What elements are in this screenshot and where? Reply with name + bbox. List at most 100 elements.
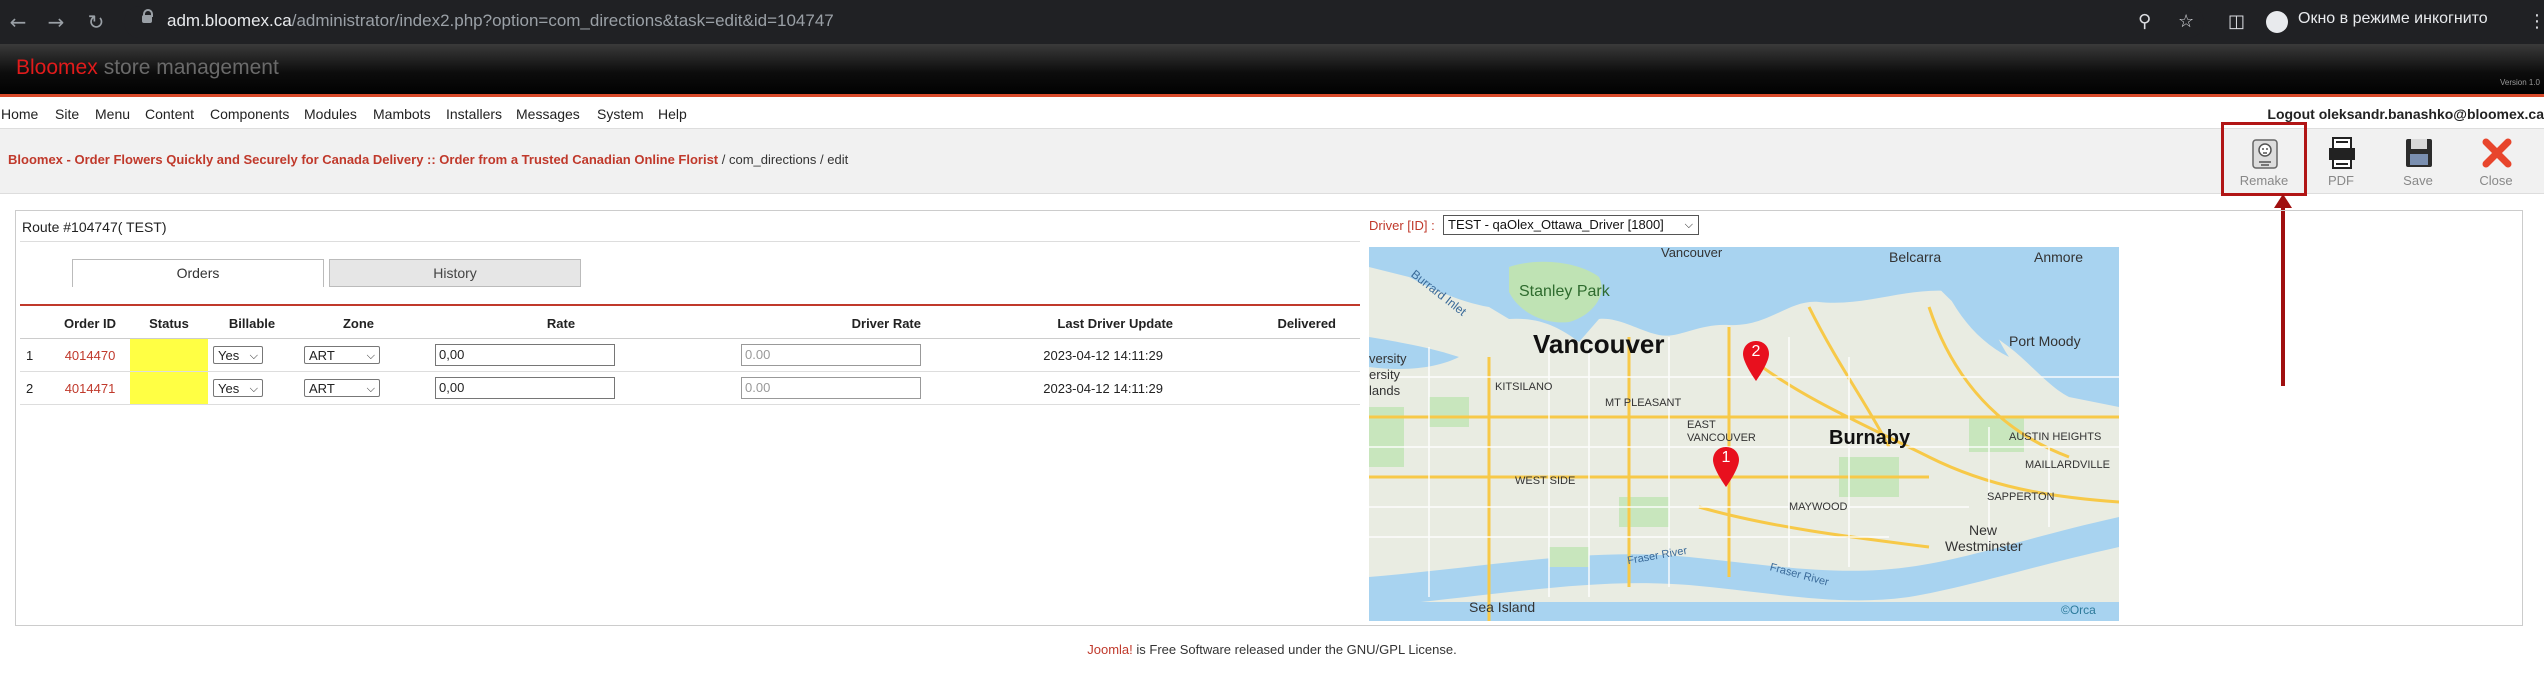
- back-icon[interactable]: ←: [4, 8, 32, 36]
- zone-select[interactable]: ART ⌵: [304, 379, 380, 397]
- logo-subtitle: store management: [103, 56, 279, 79]
- address-bar[interactable]: adm.bloomex.ca/administrator/index2.php?…: [124, 6, 2204, 38]
- version-text: Version 1.0: [2499, 78, 2540, 87]
- save-icon: [2406, 139, 2432, 167]
- url-text[interactable]: adm.bloomex.ca/administrator/index2.php?…: [167, 11, 834, 31]
- chevron-down-icon: ⌵: [1684, 218, 1693, 231]
- footer: Joomla! is Free Software released under …: [0, 642, 2544, 657]
- menu-system[interactable]: System: [597, 106, 644, 122]
- billable-select[interactable]: Yes ⌵: [213, 379, 263, 397]
- map-label-vancouver-top: Vancouver: [1661, 247, 1723, 260]
- zone-value: ART: [309, 348, 335, 363]
- rate-input[interactable]: 0,00: [435, 344, 615, 366]
- map-label-university: versity: [1369, 351, 1407, 366]
- table-row: 1 4014470 Yes ⌵ ART ⌵ 0,00 0.00 2023-04-12…: [20, 338, 1360, 372]
- map-label-burnaby: Burnaby: [1829, 427, 1911, 449]
- url-host: adm.bloomex.ca: [167, 11, 292, 30]
- remake-highlight-box: [2221, 122, 2307, 196]
- map-label-sapperton: SAPPERTON: [1987, 491, 2055, 503]
- order-id-link[interactable]: 4014471: [65, 381, 116, 396]
- status-cell: [130, 338, 208, 372]
- chevron-down-icon: ⌵: [366, 349, 375, 362]
- map-label-anmore: Anmore: [2034, 249, 2084, 265]
- col-status: Status: [130, 308, 208, 339]
- site-header: Bloomex store management Version 1.0: [0, 44, 2544, 96]
- top-menu: Home Site Menu Content Components Module…: [0, 97, 2544, 129]
- route-panel: Route #104747( TEST) Orders History Orde…: [15, 210, 2523, 626]
- col-zone: Zone: [296, 308, 421, 339]
- close-label: Close: [2479, 173, 2513, 188]
- zone-select[interactable]: ART ⌵: [304, 346, 380, 364]
- menu-help[interactable]: Help: [658, 106, 687, 122]
- logout-link[interactable]: Logout oleksandr.banashko@bloomex.ca: [2267, 106, 2544, 122]
- map-marker-label: 1: [1721, 449, 1731, 466]
- menu-mambots[interactable]: Mambots: [373, 106, 431, 122]
- menu-menu[interactable]: Menu: [95, 106, 130, 122]
- order-id-link[interactable]: 4014470: [65, 348, 116, 363]
- menu-messages[interactable]: Messages: [516, 106, 580, 122]
- col-delivered: Delivered: [1173, 308, 1360, 339]
- tab-underline: [20, 304, 1360, 306]
- toolbar-row: Bloomex - Order Flowers Quickly and Secu…: [0, 129, 2544, 194]
- driver-rate-input[interactable]: 0.00: [741, 344, 921, 366]
- map-label-maywood: MAYWOOD: [1789, 501, 1848, 513]
- map-label-east-vancouver: EAST VANCOUVER: [1687, 419, 1756, 444]
- incognito-icon[interactable]: [2266, 11, 2288, 33]
- map-label-attribution: ©Orca: [2061, 603, 2096, 617]
- col-last-driver-update: Last Driver Update: [921, 308, 1173, 339]
- route-title: Route #104747( TEST): [22, 219, 167, 235]
- driver-rate-input[interactable]: 0.00: [741, 377, 921, 399]
- menu-modules[interactable]: Modules: [304, 106, 357, 122]
- bookmark-star-icon[interactable]: ☆: [2178, 10, 2194, 34]
- breadcrumb-site[interactable]: Bloomex - Order Flowers Quickly and Secu…: [8, 152, 718, 167]
- map-label-port-moody: Port Moody: [2009, 333, 2081, 349]
- map-label-stanley-park: Stanley Park: [1519, 283, 1610, 300]
- save-button[interactable]: Save: [2384, 130, 2452, 190]
- menu-content[interactable]: Content: [145, 106, 194, 122]
- menu-site[interactable]: Site: [55, 106, 79, 122]
- map-marker-2[interactable]: 2: [1743, 341, 1769, 381]
- last-update: 2023-04-12 14:11:29: [921, 371, 1173, 405]
- close-button[interactable]: Close: [2462, 130, 2530, 190]
- close-icon: [2482, 138, 2512, 168]
- breadcrumb: Bloomex - Order Flowers Quickly and Secu…: [8, 152, 848, 167]
- billable-select[interactable]: Yes ⌵: [213, 346, 263, 364]
- map-label-university-2: ersity: [1369, 367, 1401, 382]
- incognito-label[interactable]: Окно в режиме инкогнито: [2298, 10, 2488, 28]
- last-update: 2023-04-12 14:11:29: [921, 338, 1173, 372]
- row-number: 1: [20, 338, 50, 372]
- driver-label: Driver [ID] :: [1369, 218, 1435, 233]
- tab-history[interactable]: History: [329, 259, 581, 287]
- driver-select-value: TEST - qaOlex_Ottawa_Driver [1800]: [1448, 217, 1664, 232]
- more-menu-icon[interactable]: ⋮: [2528, 10, 2544, 34]
- map-label-mt-pleasant: MT PLEASANT: [1605, 397, 1682, 409]
- map-label-westminster: Westminster: [1945, 538, 2023, 554]
- menu-installers[interactable]: Installers: [446, 106, 502, 122]
- chevron-down-icon: ⌵: [249, 382, 258, 395]
- row-number: 2: [20, 371, 50, 405]
- map-label-belcarra: Belcarra: [1889, 249, 1942, 265]
- driver-select[interactable]: TEST - qaOlex_Ottawa_Driver [1800] ⌵: [1443, 215, 1699, 235]
- zoom-icon[interactable]: ⚲: [2138, 10, 2151, 34]
- table-row: 2 4014471 Yes ⌵ ART ⌵ 0,00 0.00 2023-04-12…: [20, 371, 1360, 405]
- menu-home[interactable]: Home: [1, 106, 38, 122]
- tab-orders[interactable]: Orders: [72, 259, 324, 287]
- delivered-cell: [1173, 338, 1360, 372]
- billable-value: Yes: [218, 348, 240, 363]
- rate-input[interactable]: 0,00: [435, 377, 615, 399]
- pdf-button[interactable]: PDF: [2307, 130, 2375, 190]
- delivered-cell: [1173, 371, 1360, 405]
- lock-icon: [142, 9, 153, 23]
- menu-components[interactable]: Components: [210, 106, 289, 122]
- route-map[interactable]: Vancouver Belcarra Anmore Burrard Inlet …: [1369, 247, 2119, 621]
- side-panel-icon[interactable]: ◫: [2228, 10, 2245, 34]
- joomla-link[interactable]: Joomla!: [1087, 642, 1133, 657]
- forward-icon[interactable]: →: [42, 8, 70, 36]
- map-label-vancouver: Vancouver: [1533, 329, 1665, 359]
- map-label-new: New: [1969, 522, 1998, 538]
- map-label-lands: lands: [1369, 383, 1401, 398]
- url-path: /administrator/index2.php?option=com_dir…: [291, 11, 834, 30]
- reload-icon[interactable]: ↻: [82, 8, 110, 36]
- route-divider: [20, 241, 1360, 242]
- map-marker-1[interactable]: 1: [1713, 447, 1739, 487]
